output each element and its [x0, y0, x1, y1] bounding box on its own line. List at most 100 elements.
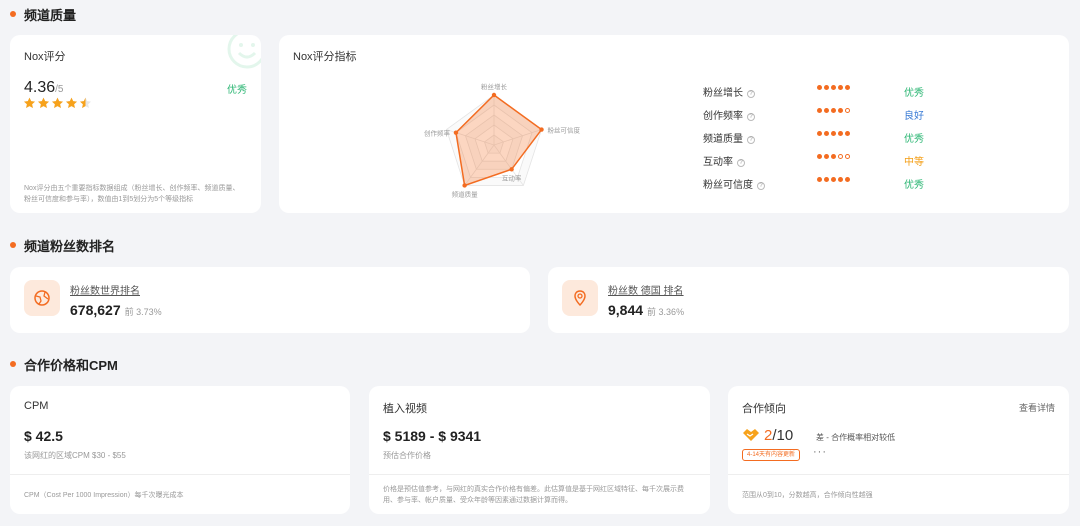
- metric-level-dots: [817, 85, 850, 90]
- metric-label: 粉丝增长?: [703, 84, 755, 99]
- country-rank-link[interactable]: 粉丝数 德国 排名: [608, 282, 684, 297]
- section-title-text: 合作价格和CPM: [24, 357, 118, 373]
- level-dot: [845, 131, 850, 136]
- level-dot: [838, 177, 843, 182]
- level-dot: [838, 108, 843, 113]
- level-dot: [831, 85, 836, 90]
- cpm-value: $ 42.5: [24, 428, 63, 444]
- cooperation-score: 2/10: [764, 427, 794, 444]
- help-icon[interactable]: ?: [737, 159, 745, 167]
- star-rating: [23, 97, 92, 109]
- metric-label: 创作频率?: [703, 107, 755, 122]
- nox-score-label: Nox评分: [24, 51, 66, 63]
- level-dot: [824, 108, 829, 113]
- radar-data-area: [455, 94, 543, 187]
- metric-grade: 优秀: [904, 88, 924, 99]
- divider: [10, 474, 350, 475]
- handshake-icon: [743, 429, 759, 441]
- help-icon[interactable]: ?: [747, 113, 755, 121]
- cpm-label: CPM: [24, 400, 49, 412]
- divider: [369, 474, 710, 475]
- level-dot: [817, 108, 822, 113]
- radar-label: 频道质量: [452, 189, 479, 198]
- smiley-icon: [227, 35, 261, 69]
- nox-metrics-card: Nox评分指标 粉丝增长 粉丝可信度 互动率 频道质量 创作频率 粉丝增长? 优秀 创作频率…: [279, 35, 1069, 213]
- level-dot: [817, 154, 822, 159]
- cpm-footnote: CPM（Cost Per 1000 Impression）每千次曝光成本: [24, 492, 184, 499]
- section-dot: [10, 361, 16, 367]
- nox-score-grade: 优秀: [227, 85, 247, 96]
- level-dot: [838, 131, 843, 136]
- radar-point: [539, 127, 544, 132]
- metric-grade: 优秀: [904, 180, 924, 191]
- level-dot: [824, 131, 829, 136]
- section-title-pricing: 合作价格和CPM: [10, 354, 118, 374]
- help-icon[interactable]: ?: [747, 136, 755, 144]
- radar-chart: 粉丝增长粉丝可信度互动率频道质量 创作频率: [424, 82, 581, 198]
- section-title-quality: 频道质量: [10, 4, 76, 24]
- view-details-link[interactable]: 查看详情: [1019, 401, 1055, 414]
- radar-point: [509, 167, 514, 172]
- world-rank-link[interactable]: 粉丝数世界排名: [70, 282, 140, 297]
- cooperation-note: 差 - 合作概率相对较低: [816, 433, 896, 442]
- placement-label: 植入视频: [383, 403, 427, 415]
- metric-row: 创作频率? 良好: [703, 107, 963, 122]
- star-icon: [51, 97, 64, 109]
- metric-row: 粉丝增长? 优秀: [703, 84, 963, 99]
- help-icon[interactable]: ?: [757, 182, 765, 190]
- radar-point: [491, 92, 497, 98]
- level-dot: [845, 154, 850, 159]
- world-rank-value: 678,627 前 3.73%: [70, 302, 162, 318]
- level-dot: [845, 108, 850, 113]
- update-badge: 4-14天有内容更新: [742, 449, 801, 461]
- placement-sub: 预估合作价格: [383, 451, 431, 460]
- level-dot: [817, 177, 822, 182]
- metric-level-dots: [817, 131, 850, 136]
- level-dot: [845, 85, 850, 90]
- star-icon: [37, 97, 50, 109]
- cooperation-label: 合作倾向: [742, 403, 786, 415]
- placement-value: $ 5189 - $ 9341: [383, 428, 482, 444]
- level-dot: [831, 154, 836, 159]
- metric-label: 频道质量?: [703, 130, 755, 145]
- radar-label: 互动率: [502, 173, 522, 182]
- globe-icon: [24, 280, 60, 316]
- radar-label: 粉丝可信度: [548, 126, 581, 135]
- cooperation-footnote: 范围从0到10，分数越高，合作倾向性越强: [742, 492, 873, 499]
- radar-label: 粉丝增长: [481, 82, 508, 91]
- metric-grade: 良好: [904, 111, 924, 122]
- placement-footnote: 价格是预估值参考，与网红的真实合作价格有偏差。此估算值是基于网红区域特征、每千次…: [383, 486, 684, 504]
- metric-label: 互动率?: [703, 153, 745, 168]
- cpm-card: CPM $ 42.5 该网红的区域CPM $30 - $55 CPM（Cost …: [10, 386, 350, 514]
- star-icon: [79, 97, 92, 109]
- nox-metrics-title: Nox评分指标: [293, 51, 357, 63]
- metric-level-dots: [817, 154, 850, 159]
- star-icon: [23, 97, 36, 109]
- location-pin-icon: [562, 280, 598, 316]
- metric-row: 粉丝可信度? 优秀: [703, 176, 963, 191]
- level-dot: [831, 108, 836, 113]
- metric-row: 频道质量? 优秀: [703, 130, 963, 145]
- nox-score-card: Nox评分 4.36/5 优秀 Nox评分由五个重要指标数据组成（粉丝增长、创作…: [10, 35, 261, 213]
- country-rank-value: 9,844 前 3.36%: [608, 302, 685, 318]
- nox-score-value: 4.36/5: [24, 79, 64, 96]
- level-dot: [817, 85, 822, 90]
- level-dot: [824, 177, 829, 182]
- cooperation-card: 合作倾向 查看详情 2/10 差 - 合作概率相对较低 4-14天有内容更新 ·…: [728, 386, 1069, 514]
- more-options-icon[interactable]: ···: [813, 446, 827, 458]
- section-dot: [10, 242, 16, 248]
- section-title-text: 频道质量: [24, 7, 77, 23]
- radar-point: [453, 130, 459, 135]
- radar-label: 创作频率: [424, 129, 451, 138]
- radar-point: [462, 183, 467, 188]
- country-rank-card: 粉丝数 德国 排名 9,844 前 3.36%: [548, 267, 1069, 333]
- level-dot: [831, 177, 836, 182]
- level-dot: [817, 131, 822, 136]
- level-dot: [831, 131, 836, 136]
- metric-grade: 中等: [904, 157, 924, 168]
- level-dot: [824, 154, 829, 159]
- level-dot: [838, 154, 843, 159]
- help-icon[interactable]: ?: [747, 90, 755, 98]
- cpm-range: 该网红的区域CPM $30 - $55: [24, 451, 126, 460]
- metric-level-dots: [817, 108, 850, 113]
